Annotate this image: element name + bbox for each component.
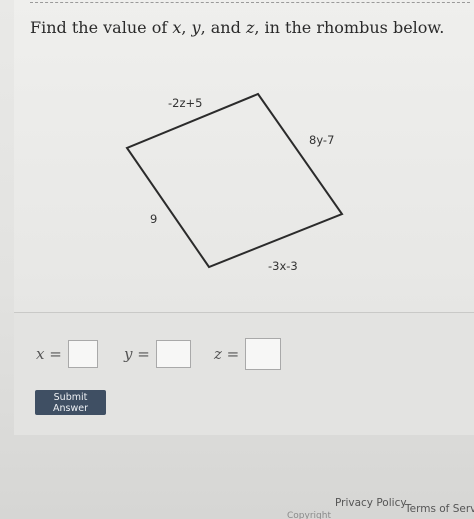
answer-x-label: x = [36,345,62,363]
answer-area [14,312,474,435]
z-input[interactable] [245,338,282,370]
y-input[interactable] [155,340,191,368]
rhombus-figure [125,92,344,269]
label-top-side: -2z+5 [168,96,203,110]
label-right-side: 8y-7 [309,133,335,147]
answer-x: x = [36,339,98,369]
copyright-text: Copyright [287,511,331,519]
submit-answer-button[interactable]: Submit Answer [35,390,106,415]
answer-z-label: z = [214,345,240,363]
page: Find the value of x, y, and z, in the rh… [0,0,474,519]
label-bottom-side: -3x-3 [268,259,298,273]
answer-y: y = [124,339,191,369]
rhombus-shape [125,92,344,269]
terms-of-service-link[interactable]: Terms of Servic [405,503,474,515]
answer-y-label: y = [124,345,150,363]
label-left-side: 9 [150,212,158,226]
x-input[interactable] [67,340,98,368]
answer-z: z = [214,338,282,370]
privacy-policy-link[interactable]: Privacy Policy [335,497,407,509]
